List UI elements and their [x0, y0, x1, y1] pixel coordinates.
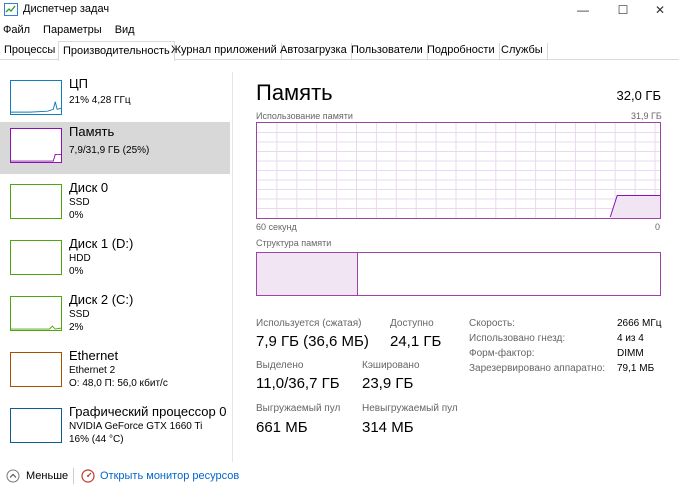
- task-manager-icon: [4, 3, 18, 16]
- maximize-button[interactable]: ☐: [604, 0, 642, 20]
- disk0-mini-graph: [10, 184, 62, 219]
- total-memory: 32,0 ГБ: [616, 88, 661, 103]
- tab-performance[interactable]: Производительность: [58, 41, 175, 61]
- sidebar-item-disk-1[interactable]: Диск 1 (D:) HDD 0%: [0, 234, 230, 286]
- tab-bar: Процессы Производительность Журнал прило…: [0, 41, 679, 61]
- spec-reserved-label: Зарезервировано аппаратно:: [469, 363, 606, 374]
- cached-value: 23,9 ГБ: [362, 375, 414, 392]
- paged-pool-value: 661 МБ: [256, 419, 308, 436]
- menu-bar: Файл Параметры Вид: [0, 20, 679, 40]
- memory-usage-graph: [256, 122, 661, 219]
- tab-details[interactable]: Подробности: [423, 43, 500, 60]
- spec-form-factor-value: DIMM: [617, 348, 644, 359]
- sidebar-item-disk-2[interactable]: Диск 2 (C:) SSD 2%: [0, 290, 230, 342]
- tab-startup[interactable]: Автозагрузка: [276, 43, 352, 60]
- memory-used-segment: [257, 253, 358, 295]
- menu-options[interactable]: Параметры: [43, 24, 102, 36]
- memory-structure-bar: [256, 252, 661, 296]
- spec-slots-value: 4 из 4: [617, 333, 644, 344]
- sidebar-item-sub: 0%: [69, 210, 84, 221]
- open-resource-monitor-link[interactable]: Открыть монитор ресурсов: [81, 469, 239, 483]
- menu-view[interactable]: Вид: [115, 24, 135, 36]
- gpu-mini-graph: [10, 408, 62, 443]
- sidebar-item-sub: NVIDIA GeForce GTX 1660 Ti: [69, 421, 203, 432]
- tab-services[interactable]: Службы: [497, 43, 548, 60]
- fewer-details-label: Меньше: [26, 470, 69, 482]
- spec-form-factor-label: Форм-фактор:: [469, 348, 535, 359]
- sidebar-item-sub: SSD: [69, 309, 90, 320]
- sidebar-item-disk-0[interactable]: Диск 0 SSD 0%: [0, 178, 230, 230]
- cached-label: Кэшировано: [362, 360, 420, 371]
- sidebar-item-label: Ethernet: [69, 348, 119, 363]
- sidebar-item-label: Диск 0: [69, 180, 109, 195]
- sidebar-item-gpu[interactable]: Графический процессор 0 NVIDIA GeForce G…: [0, 402, 230, 454]
- sidebar-item-label: Диск 1 (D:): [69, 236, 134, 251]
- spec-speed-value: 2666 МГц: [617, 318, 662, 329]
- sidebar-item-sub: HDD: [69, 253, 91, 264]
- sidebar-item-label: Графический процессор 0: [69, 404, 227, 419]
- tab-processes[interactable]: Процессы: [0, 43, 61, 60]
- sidebar-item-label: Диск 2 (C:): [69, 292, 134, 307]
- disk2-mini-graph: [10, 296, 62, 331]
- sidebar-item-label: Память: [69, 124, 115, 139]
- structure-label: Структура памяти: [256, 238, 332, 248]
- nonpaged-pool-label: Невыгружаемый пул: [362, 403, 458, 414]
- sidebar-item-label: ЦП: [69, 76, 88, 91]
- spec-speed-label: Скорость:: [469, 318, 515, 329]
- ethernet-mini-graph: [10, 352, 62, 387]
- page-title: Память: [256, 80, 333, 105]
- tab-users[interactable]: Пользователи: [347, 43, 428, 60]
- in-use-label: Используется (сжатая): [256, 318, 362, 329]
- sidebar-item-ethernet[interactable]: Ethernet Ethernet 2 О: 48,0 П: 56,0 кбит…: [0, 346, 230, 398]
- spec-slots-label: Использовано гнезд:: [469, 333, 566, 344]
- time-axis-right: 0: [655, 222, 661, 232]
- cpu-mini-graph: [10, 80, 62, 115]
- time-axis-left: 60 секунд: [256, 222, 297, 232]
- spec-reserved-value: 79,1 МБ: [617, 363, 655, 374]
- resource-sidebar: ЦП 21% 4,28 ГГц Память 7,9/31,9 ГБ (25%)…: [0, 72, 233, 462]
- usage-graph-max: 31,9 ГБ: [631, 111, 662, 121]
- sidebar-item-sub: 2%: [69, 322, 84, 333]
- open-resource-monitor-label: Открыть монитор ресурсов: [100, 470, 240, 482]
- sidebar-item-sub: О: 48,0 П: 56,0 кбит/с: [69, 378, 168, 389]
- available-value: 24,1 ГБ: [390, 333, 442, 350]
- sidebar-item-sub: 21% 4,28 ГГц: [69, 95, 131, 106]
- disk1-mini-graph: [10, 240, 62, 275]
- sidebar-item-memory[interactable]: Память 7,9/31,9 ГБ (25%): [0, 122, 230, 174]
- menu-file[interactable]: Файл: [3, 24, 30, 36]
- tab-app-history[interactable]: Журнал приложений: [167, 43, 282, 60]
- sidebar-item-sub: 16% (44 °C): [69, 434, 124, 445]
- title-bar: Диспетчер задач — ☐ ✕: [0, 0, 679, 20]
- committed-label: Выделено: [256, 360, 304, 371]
- sidebar-item-sub: 0%: [69, 266, 84, 277]
- sidebar-item-sub: 7,9/31,9 ГБ (25%): [69, 145, 150, 156]
- close-button[interactable]: ✕: [641, 0, 679, 20]
- usage-graph-label: Использование памяти: [256, 111, 353, 121]
- fewer-details-button[interactable]: Меньше: [6, 469, 68, 483]
- sidebar-item-sub: Ethernet 2: [69, 365, 116, 376]
- sidebar-item-cpu[interactable]: ЦП 21% 4,28 ГГц: [0, 74, 230, 126]
- available-label: Доступно: [390, 318, 434, 329]
- divider: [73, 468, 74, 484]
- in-use-value: 7,9 ГБ (36,6 МБ): [256, 333, 369, 350]
- window-title: Диспетчер задач: [23, 3, 110, 15]
- nonpaged-pool-value: 314 МБ: [362, 419, 414, 436]
- sidebar-item-sub: SSD: [69, 197, 90, 208]
- footer: Меньше Открыть монитор ресурсов: [0, 464, 679, 491]
- resource-monitor-icon: [81, 469, 95, 483]
- memory-mini-graph: [10, 128, 62, 163]
- chevron-up-icon: [6, 469, 20, 483]
- committed-value: 11,0/36,7 ГБ: [256, 375, 340, 392]
- minimize-button[interactable]: —: [564, 0, 602, 20]
- paged-pool-label: Выгружаемый пул: [256, 403, 341, 414]
